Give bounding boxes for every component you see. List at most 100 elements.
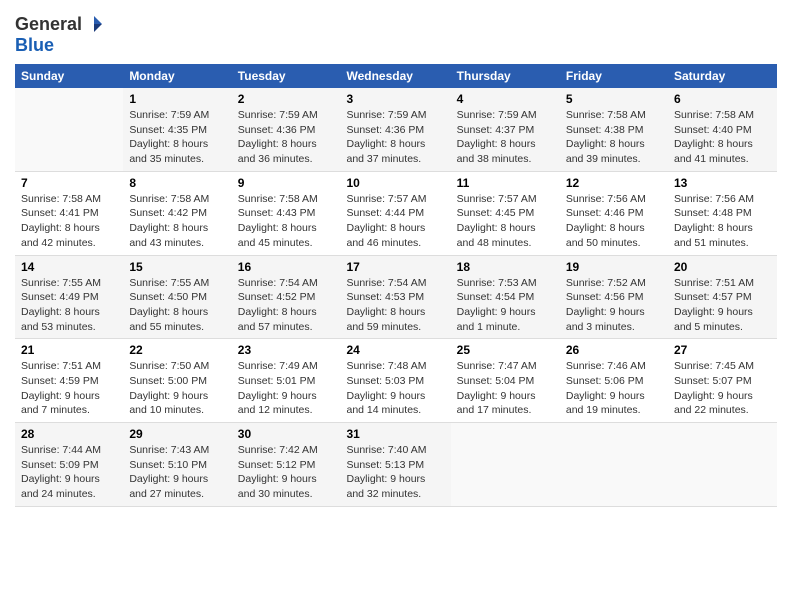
weekday-header-thursday: Thursday bbox=[451, 64, 560, 88]
sunset: Sunset: 5:04 PM bbox=[457, 375, 535, 387]
daylight: Daylight: 8 hours and 57 minutes. bbox=[238, 306, 317, 333]
day-info: Sunrise: 7:46 AM Sunset: 5:06 PM Dayligh… bbox=[566, 359, 662, 418]
calendar-cell: 5 Sunrise: 7:58 AM Sunset: 4:38 PM Dayli… bbox=[560, 88, 668, 171]
weekday-header-tuesday: Tuesday bbox=[232, 64, 341, 88]
day-number: 11 bbox=[457, 176, 554, 190]
day-info: Sunrise: 7:58 AM Sunset: 4:42 PM Dayligh… bbox=[129, 192, 225, 251]
day-info: Sunrise: 7:54 AM Sunset: 4:52 PM Dayligh… bbox=[238, 276, 335, 335]
day-number: 18 bbox=[457, 260, 554, 274]
sunrise: Sunrise: 7:53 AM bbox=[457, 277, 537, 289]
calendar-cell: 27 Sunrise: 7:45 AM Sunset: 5:07 PM Dayl… bbox=[668, 339, 777, 423]
daylight: Daylight: 9 hours and 10 minutes. bbox=[129, 390, 208, 417]
sunrise: Sunrise: 7:49 AM bbox=[238, 360, 318, 372]
day-number: 23 bbox=[238, 343, 335, 357]
weekday-header-monday: Monday bbox=[123, 64, 231, 88]
day-number: 14 bbox=[21, 260, 117, 274]
day-number: 16 bbox=[238, 260, 335, 274]
week-row-4: 21 Sunrise: 7:51 AM Sunset: 4:59 PM Dayl… bbox=[15, 339, 777, 423]
daylight: Daylight: 9 hours and 5 minutes. bbox=[674, 306, 753, 333]
week-row-2: 7 Sunrise: 7:58 AM Sunset: 4:41 PM Dayli… bbox=[15, 171, 777, 255]
daylight: Daylight: 8 hours and 42 minutes. bbox=[21, 222, 100, 249]
day-info: Sunrise: 7:59 AM Sunset: 4:36 PM Dayligh… bbox=[346, 108, 444, 167]
sunrise: Sunrise: 7:51 AM bbox=[21, 360, 101, 372]
day-number: 6 bbox=[674, 92, 771, 106]
calendar-table: SundayMondayTuesdayWednesdayThursdayFrid… bbox=[15, 64, 777, 507]
daylight: Daylight: 9 hours and 22 minutes. bbox=[674, 390, 753, 417]
day-number: 4 bbox=[457, 92, 554, 106]
sunset: Sunset: 4:53 PM bbox=[346, 291, 424, 303]
calendar-cell: 8 Sunrise: 7:58 AM Sunset: 4:42 PM Dayli… bbox=[123, 171, 231, 255]
sunset: Sunset: 5:10 PM bbox=[129, 459, 207, 471]
day-info: Sunrise: 7:59 AM Sunset: 4:36 PM Dayligh… bbox=[238, 108, 335, 167]
day-info: Sunrise: 7:43 AM Sunset: 5:10 PM Dayligh… bbox=[129, 443, 225, 502]
logo-icon bbox=[84, 14, 104, 34]
sunrise: Sunrise: 7:55 AM bbox=[129, 277, 209, 289]
day-info: Sunrise: 7:55 AM Sunset: 4:50 PM Dayligh… bbox=[129, 276, 225, 335]
daylight: Daylight: 9 hours and 17 minutes. bbox=[457, 390, 536, 417]
sunrise: Sunrise: 7:56 AM bbox=[674, 193, 754, 205]
weekday-header-sunday: Sunday bbox=[15, 64, 123, 88]
week-row-5: 28 Sunrise: 7:44 AM Sunset: 5:09 PM Dayl… bbox=[15, 423, 777, 507]
weekday-header-wednesday: Wednesday bbox=[340, 64, 450, 88]
sunset: Sunset: 4:46 PM bbox=[566, 207, 644, 219]
sunset: Sunset: 4:57 PM bbox=[674, 291, 752, 303]
sunset: Sunset: 4:50 PM bbox=[129, 291, 207, 303]
day-number: 19 bbox=[566, 260, 662, 274]
sunset: Sunset: 5:13 PM bbox=[346, 459, 424, 471]
daylight: Daylight: 9 hours and 19 minutes. bbox=[566, 390, 645, 417]
sunset: Sunset: 4:56 PM bbox=[566, 291, 644, 303]
week-row-3: 14 Sunrise: 7:55 AM Sunset: 4:49 PM Dayl… bbox=[15, 255, 777, 339]
day-number: 22 bbox=[129, 343, 225, 357]
weekday-header-friday: Friday bbox=[560, 64, 668, 88]
calendar-cell: 3 Sunrise: 7:59 AM Sunset: 4:36 PM Dayli… bbox=[340, 88, 450, 171]
sunrise: Sunrise: 7:52 AM bbox=[566, 277, 646, 289]
calendar-cell bbox=[15, 88, 123, 171]
daylight: Daylight: 8 hours and 38 minutes. bbox=[457, 138, 536, 165]
day-number: 25 bbox=[457, 343, 554, 357]
day-number: 1 bbox=[129, 92, 225, 106]
sunrise: Sunrise: 7:40 AM bbox=[346, 444, 426, 456]
sunrise: Sunrise: 7:56 AM bbox=[566, 193, 646, 205]
calendar-cell: 11 Sunrise: 7:57 AM Sunset: 4:45 PM Dayl… bbox=[451, 171, 560, 255]
sunrise: Sunrise: 7:57 AM bbox=[457, 193, 537, 205]
day-info: Sunrise: 7:55 AM Sunset: 4:49 PM Dayligh… bbox=[21, 276, 117, 335]
sunset: Sunset: 4:43 PM bbox=[238, 207, 316, 219]
daylight: Daylight: 8 hours and 35 minutes. bbox=[129, 138, 208, 165]
calendar-cell bbox=[560, 423, 668, 507]
day-info: Sunrise: 7:58 AM Sunset: 4:41 PM Dayligh… bbox=[21, 192, 117, 251]
day-number: 17 bbox=[346, 260, 444, 274]
calendar-cell bbox=[668, 423, 777, 507]
calendar-cell: 4 Sunrise: 7:59 AM Sunset: 4:37 PM Dayli… bbox=[451, 88, 560, 171]
sunset: Sunset: 4:36 PM bbox=[346, 124, 424, 136]
daylight: Daylight: 9 hours and 3 minutes. bbox=[566, 306, 645, 333]
calendar-cell: 10 Sunrise: 7:57 AM Sunset: 4:44 PM Dayl… bbox=[340, 171, 450, 255]
sunrise: Sunrise: 7:43 AM bbox=[129, 444, 209, 456]
day-info: Sunrise: 7:51 AM Sunset: 4:57 PM Dayligh… bbox=[674, 276, 771, 335]
sunrise: Sunrise: 7:51 AM bbox=[674, 277, 754, 289]
day-info: Sunrise: 7:45 AM Sunset: 5:07 PM Dayligh… bbox=[674, 359, 771, 418]
calendar-cell: 2 Sunrise: 7:59 AM Sunset: 4:36 PM Dayli… bbox=[232, 88, 341, 171]
day-info: Sunrise: 7:44 AM Sunset: 5:09 PM Dayligh… bbox=[21, 443, 117, 502]
sunrise: Sunrise: 7:59 AM bbox=[129, 109, 209, 121]
sunset: Sunset: 4:54 PM bbox=[457, 291, 535, 303]
daylight: Daylight: 8 hours and 59 minutes. bbox=[346, 306, 425, 333]
daylight: Daylight: 9 hours and 24 minutes. bbox=[21, 473, 100, 500]
sunset: Sunset: 5:12 PM bbox=[238, 459, 316, 471]
sunrise: Sunrise: 7:59 AM bbox=[346, 109, 426, 121]
daylight: Daylight: 8 hours and 51 minutes. bbox=[674, 222, 753, 249]
sunset: Sunset: 4:48 PM bbox=[674, 207, 752, 219]
calendar-cell: 1 Sunrise: 7:59 AM Sunset: 4:35 PM Dayli… bbox=[123, 88, 231, 171]
day-number: 24 bbox=[346, 343, 444, 357]
calendar-cell: 9 Sunrise: 7:58 AM Sunset: 4:43 PM Dayli… bbox=[232, 171, 341, 255]
calendar-cell bbox=[451, 423, 560, 507]
day-number: 21 bbox=[21, 343, 117, 357]
logo-blue: Blue bbox=[15, 35, 104, 56]
weekday-header-saturday: Saturday bbox=[668, 64, 777, 88]
day-number: 28 bbox=[21, 427, 117, 441]
day-info: Sunrise: 7:48 AM Sunset: 5:03 PM Dayligh… bbox=[346, 359, 444, 418]
day-number: 2 bbox=[238, 92, 335, 106]
calendar-cell: 14 Sunrise: 7:55 AM Sunset: 4:49 PM Dayl… bbox=[15, 255, 123, 339]
daylight: Daylight: 8 hours and 39 minutes. bbox=[566, 138, 645, 165]
calendar-cell: 6 Sunrise: 7:58 AM Sunset: 4:40 PM Dayli… bbox=[668, 88, 777, 171]
calendar-cell: 28 Sunrise: 7:44 AM Sunset: 5:09 PM Dayl… bbox=[15, 423, 123, 507]
